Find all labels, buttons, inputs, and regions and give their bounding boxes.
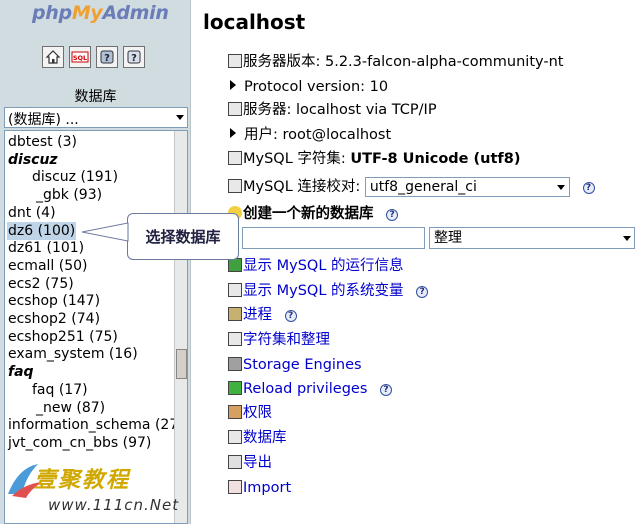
processes-row: 进程 ?: [228, 305, 297, 325]
database-item[interactable]: dz6 (100): [7, 222, 77, 240]
engines-row: Storage Engines: [228, 355, 362, 375]
chevron-down-icon: [556, 185, 565, 190]
protocol-row: Protocol version: 10: [228, 77, 388, 97]
export-icon: [228, 455, 242, 469]
help-icon[interactable]: ?: [386, 209, 399, 221]
charset-icon: [228, 332, 242, 346]
database-item[interactable]: discuz (191): [31, 168, 119, 186]
bullet-arrow-icon: [230, 80, 236, 90]
database-item[interactable]: ecshop251 (75): [7, 328, 119, 346]
import-row: Import: [228, 478, 291, 498]
connection-collation-select[interactable]: utf8_general_ci: [364, 177, 570, 197]
reload-privileges-link[interactable]: Reload privileges: [243, 381, 367, 397]
processes-link[interactable]: 进程: [243, 307, 272, 323]
database-item[interactable]: _gbk (93): [35, 186, 103, 204]
database-item[interactable]: information_schema (27: [7, 416, 179, 434]
navigation-frame: phpMyAdmin SQL ? ? 数据库 (数据库) ... dbtest …: [0, 0, 191, 524]
database-item[interactable]: _new (87): [35, 399, 106, 417]
privileges-link[interactable]: 权限: [243, 405, 272, 421]
database-item[interactable]: ecmall (50): [7, 257, 89, 275]
svg-text:SQL: SQL: [73, 54, 87, 62]
databases-icon: [228, 430, 242, 444]
charsets-link[interactable]: 字符集和整理: [243, 332, 330, 348]
import-link[interactable]: Import: [243, 480, 291, 496]
help-icon[interactable]: ?: [284, 310, 297, 322]
charset-row: MySQL 字符集: UTF-8 Unicode (utf8): [228, 149, 520, 169]
svg-text:?: ?: [104, 53, 110, 64]
variables-icon: [228, 283, 242, 297]
databases-link[interactable]: 数据库: [243, 430, 287, 446]
engines-icon: [228, 357, 242, 371]
create-db-heading: 创建一个新的数据库 ?: [228, 204, 399, 224]
database-group[interactable]: discuz: [7, 151, 59, 169]
variables-link[interactable]: 显示 MySQL 的系统变量: [243, 283, 404, 299]
reload-icon: [228, 381, 242, 395]
watermark-logo: 壹聚教程 www.111cn.Net: [4, 460, 178, 522]
database-item[interactable]: jvt_com_cn_bbs (97): [7, 434, 152, 452]
processes-icon: [228, 307, 242, 321]
export-row: 导出: [228, 453, 272, 473]
database-item[interactable]: ecshop2 (74): [7, 310, 101, 328]
help-icon[interactable]: ?: [582, 182, 595, 194]
server-icon: [228, 102, 242, 116]
database-item[interactable]: dz61 (101): [7, 239, 85, 257]
database-item[interactable]: dbtest (3): [7, 133, 78, 151]
chevron-down-icon: [176, 115, 184, 120]
status-icon: [228, 258, 242, 272]
collation-icon: [228, 179, 242, 193]
charset-icon: [228, 151, 242, 165]
server-row: 服务器: localhost via TCP/IP: [228, 100, 437, 120]
database-group[interactable]: faq: [7, 363, 35, 381]
sql-icon[interactable]: SQL: [69, 46, 91, 68]
charset-value: UTF-8 Unicode (utf8): [350, 151, 521, 167]
export-link[interactable]: 导出: [243, 455, 272, 471]
docs-icon[interactable]: ?: [123, 46, 145, 68]
reload-row: Reload privileges ?: [228, 379, 392, 399]
help-icon[interactable]: ?: [416, 286, 429, 298]
privileges-row: 权限: [228, 403, 272, 423]
database-item[interactable]: dnt (4): [7, 204, 57, 222]
runtime-info-link[interactable]: 显示 MySQL 的运行信息: [243, 258, 404, 274]
database-item[interactable]: ecshop (147): [7, 292, 101, 310]
watermark-url: www.111cn.Net: [48, 496, 180, 514]
engines-link[interactable]: Storage Engines: [243, 357, 362, 373]
callout-tooltip: 选择数据库: [127, 213, 239, 260]
help-icon[interactable]: ?: [380, 384, 392, 396]
watermark-text: 壹聚教程: [34, 468, 131, 493]
page-title: localhost: [203, 10, 306, 34]
main-frame: localhost 服务器版本: 5.2.3-falcon-alpha-comm…: [192, 0, 635, 524]
server-icon: [228, 54, 242, 68]
bullet-arrow-icon: [230, 128, 236, 138]
database-select[interactable]: (数据库) ...: [4, 107, 188, 128]
database-label: 数据库: [74, 89, 117, 105]
query-window-icon[interactable]: ?: [96, 46, 118, 68]
collation-row: MySQL 连接校对: utf8_general_ci ?: [228, 177, 595, 197]
new-db-collation-select[interactable]: 整理: [429, 227, 635, 249]
variables-row: 显示 MySQL 的系统变量 ?: [228, 281, 429, 301]
callout-pointer: [82, 222, 129, 242]
database-item[interactable]: ecs2 (75): [7, 275, 75, 293]
home-icon[interactable]: [42, 46, 64, 68]
new-db-name-input[interactable]: [242, 227, 425, 249]
svg-text:?: ?: [131, 53, 137, 64]
import-icon: [228, 480, 242, 494]
user-row: 用户: root@localhost: [228, 125, 391, 145]
charsets-row: 字符集和整理: [228, 330, 330, 350]
list-scrollbar[interactable]: [174, 131, 187, 523]
privileges-icon: [228, 405, 242, 419]
runtime-info-row: 显示 MySQL 的运行信息: [228, 256, 404, 276]
database-item[interactable]: faq (17): [31, 381, 89, 399]
server-version-row: 服务器版本: 5.2.3-falcon-alpha-community-nt: [228, 52, 563, 72]
chevron-down-icon: [623, 236, 631, 241]
phpmyadmin-logo[interactable]: phpMyAdmin: [32, 2, 169, 28]
database-item[interactable]: exam_system (16): [7, 345, 139, 363]
scroll-thumb[interactable]: [176, 349, 187, 379]
databases-row: 数据库: [228, 428, 287, 448]
